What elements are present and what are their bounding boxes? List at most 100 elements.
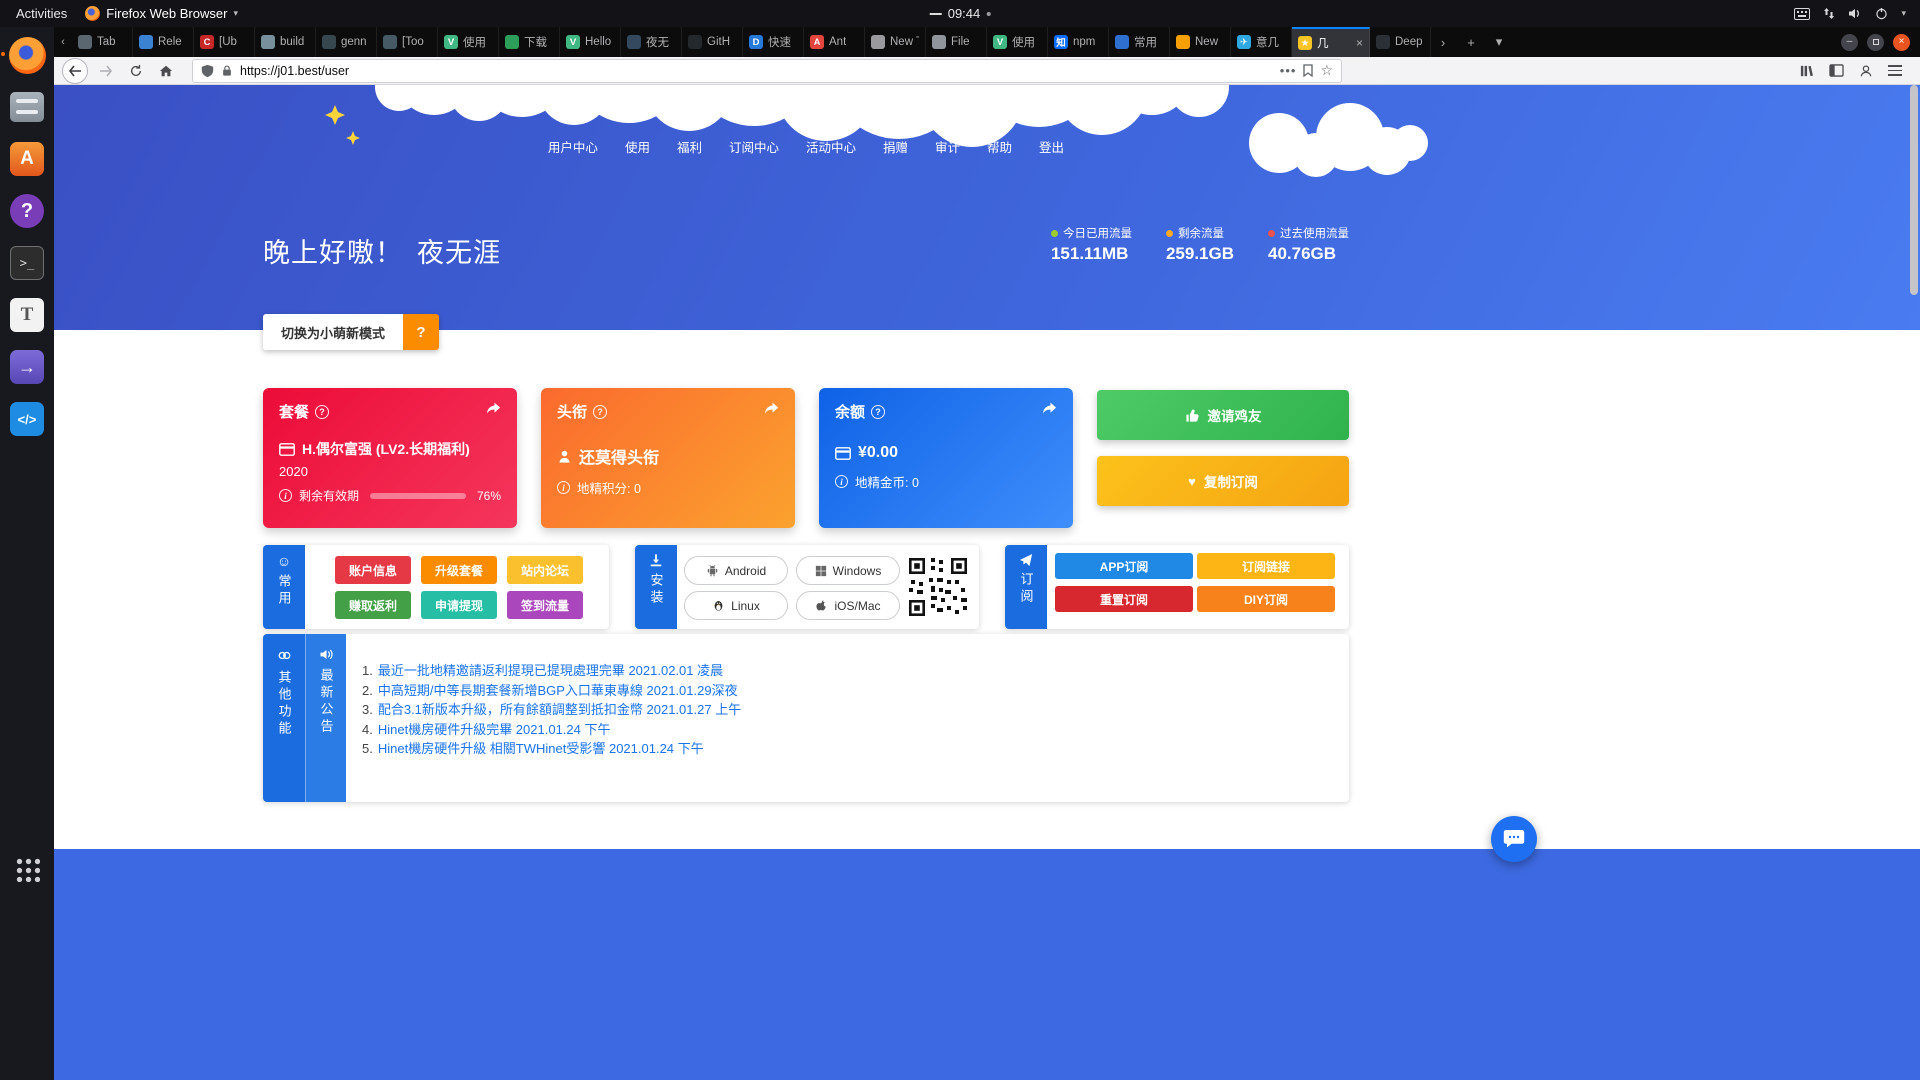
question-icon[interactable]: ? [315,405,329,419]
browser-tab[interactable]: 知npm [1048,27,1109,57]
tab-install[interactable]: 安装 [635,545,677,629]
browser-tab[interactable]: V使用 [438,27,499,57]
diy-subscribe-button[interactable]: DIY订阅 [1197,586,1335,612]
tab-close-button[interactable]: × [1356,36,1363,50]
dock-help[interactable]: ? [5,189,49,233]
forum-button[interactable]: 站内论坛 [507,556,583,584]
minimize-button[interactable]: – [1841,34,1858,51]
browser-tab[interactable]: C[Ub [194,27,255,57]
volume-icon[interactable] [1848,7,1862,20]
nav-user-center[interactable]: 用户中心 [548,137,598,156]
dock-remote-app[interactable]: → [5,345,49,389]
announcement-link[interactable]: Hinet機房硬件升級完畢 2021.01.24 下午 [378,720,611,740]
browser-tab[interactable]: V使用 [987,27,1048,57]
nav-donate[interactable]: 捐赠 [883,137,908,156]
lock-icon[interactable] [221,64,233,77]
copy-subscription-button[interactable]: ♥ 复制订阅 [1097,456,1349,506]
tracking-protection-icon[interactable] [201,64,214,78]
new-tab-button[interactable]: + [1459,27,1483,57]
nav-usage[interactable]: 使用 [625,137,650,156]
keyboard-layout-icon[interactable] [1794,8,1810,20]
earn-rebate-button[interactable]: 赚取返利 [335,591,411,619]
browser-tab[interactable]: Tab [72,27,133,57]
invite-button[interactable]: 邀请鸡友 [1097,390,1349,440]
system-tray[interactable]: ▾ [1794,7,1920,20]
app-menu[interactable]: Firefox Web Browser ▾ [85,6,238,21]
dock-terminal[interactable]: >_ [5,241,49,285]
back-button[interactable] [62,58,88,84]
upgrade-plan-button[interactable]: 升级套餐 [421,556,497,584]
question-icon[interactable]: ? [593,405,607,419]
network-icon[interactable] [1823,7,1835,20]
home-button[interactable] [154,59,178,83]
ios-mac-button[interactable]: iOS/Mac [796,591,900,620]
announcement-link[interactable]: Hinet機房硬件升級 相關TWHinet受影響 2021.01.24 下午 [378,739,704,759]
question-icon[interactable]: ? [871,405,885,419]
app-subscribe-button[interactable]: APP订阅 [1055,553,1193,579]
tab-subscribe[interactable]: 订阅 [1005,545,1047,629]
library-icon[interactable] [1799,64,1814,78]
browser-tab[interactable]: D快速 [743,27,804,57]
clock[interactable]: 09:44 [930,6,991,21]
dock-vscode[interactable]: </> [5,397,49,441]
account-info-button[interactable]: 账户信息 [335,556,411,584]
dock-text-editor[interactable]: T [5,293,49,337]
help-icon[interactable]: ? [403,314,439,350]
close-button[interactable]: × [1893,34,1910,51]
announcement-link[interactable]: 最近一批地精邀請返利提現已提現處理完畢 2021.02.01 凌晨 [378,661,723,681]
account-icon[interactable] [1859,64,1873,78]
browser-tab[interactable]: New [1170,27,1231,57]
browser-tab-active[interactable]: ★几× [1292,27,1370,57]
bookmark-star-icon[interactable]: ☆ [1320,62,1333,79]
nav-subscription-center[interactable]: 订阅中心 [729,137,779,156]
windows-button[interactable]: Windows [796,556,900,585]
browser-tab[interactable]: ✈意几 [1231,27,1292,57]
reload-button[interactable] [124,59,148,83]
url-text[interactable]: https://j01.best/user [240,64,1273,78]
forward-button[interactable] [94,59,118,83]
tray-chevron-icon[interactable]: ▾ [1901,8,1906,19]
browser-tab[interactable]: genn [316,27,377,57]
dock-firefox[interactable] [5,33,49,77]
browser-tab[interactable]: 常用 [1109,27,1170,57]
show-applications-button[interactable] [0,847,54,891]
browser-tab[interactable]: Deep [1370,27,1431,57]
announcement-link[interactable]: 配合3.1新版本升級，所有餘額調整到抵扣金幣 2021.01.27 上午 [378,700,741,720]
power-icon[interactable] [1875,7,1888,20]
linux-button[interactable]: Linux [684,591,788,620]
checkin-button[interactable]: 签到流量 [507,591,583,619]
tab-scroll-left-button[interactable]: ‹ [54,27,72,57]
browser-tab[interactable]: Rele [133,27,194,57]
tab-other-functions[interactable]: 其他功能 [263,634,306,802]
browser-tab[interactable]: 下载 [499,27,560,57]
browser-tab[interactable]: File [926,27,987,57]
tab-scroll-right-button[interactable]: › [1431,27,1455,57]
browser-tab[interactable]: 夜无 [621,27,682,57]
subscribe-link-button[interactable]: 订阅链接 [1197,553,1335,579]
nav-activity-center[interactable]: 活动中心 [806,137,856,156]
reset-subscribe-button[interactable]: 重置订阅 [1055,586,1193,612]
dock-ubuntu-software[interactable]: A [5,137,49,181]
dock-files[interactable] [5,85,49,129]
chat-button[interactable] [1491,816,1537,862]
tab-latest-news[interactable]: 最新公告 [306,634,346,802]
withdraw-button[interactable]: 申请提现 [421,591,497,619]
browser-tab[interactable]: VHello Vu [560,27,621,57]
nav-audit[interactable]: 审计 [935,137,960,156]
browser-tab[interactable]: build [255,27,316,57]
maximize-button[interactable] [1867,34,1884,51]
browser-tab[interactable]: AAnt [804,27,865,57]
share-icon[interactable] [485,402,501,421]
activities-button[interactable]: Activities [12,6,71,21]
bookmark-flag-icon[interactable] [1303,64,1313,77]
page-actions-icon[interactable]: ••• [1280,63,1297,78]
nav-help[interactable]: 帮助 [987,137,1012,156]
browser-tab[interactable]: [Too [377,27,438,57]
android-button[interactable]: Android [684,556,788,585]
menu-button[interactable] [1888,65,1902,76]
announcement-link[interactable]: 中高短期/中等長期套餐新增BGP入口華東專線 2021.01.29深夜 [378,681,738,701]
newbie-mode-toggle[interactable]: 切换为小萌新模式 ? [263,314,439,350]
browser-tab[interactable]: New Tab [865,27,926,57]
tab-common[interactable]: ☺ 常用 [263,545,305,629]
sidebar-icon[interactable] [1829,64,1844,77]
